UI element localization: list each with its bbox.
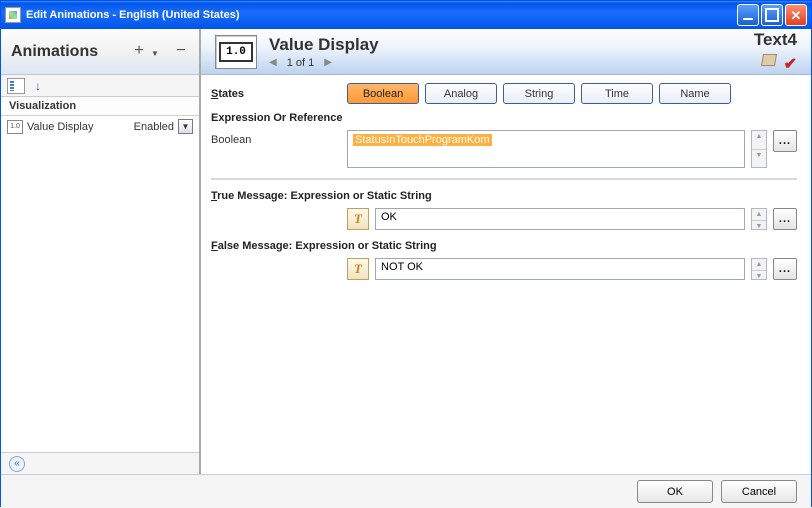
- close-button[interactable]: [785, 4, 807, 26]
- window-title: Edit Animations - English (United States…: [26, 9, 737, 21]
- false-spinner[interactable]: ▲▼: [751, 258, 767, 280]
- animation-list: 1.0 Value Display Enabled ▼: [1, 116, 199, 452]
- list-item-label: Value Display: [27, 121, 130, 133]
- pager-prev-icon[interactable]: ◀: [269, 57, 277, 68]
- main-panel: 1.0 Value Display ◀ 1 of 1 ▶ Text4 ✔: [201, 29, 811, 474]
- add-dropdown-icon[interactable]: ▼: [147, 47, 163, 63]
- divider: [211, 178, 797, 180]
- value-display-header-icon: 1.0: [215, 35, 257, 69]
- titlebar: Edit Animations - English (United States…: [1, 1, 811, 29]
- sidebar-title: Animations: [11, 43, 127, 61]
- false-message-label: False Message: Expression or Static Stri…: [211, 240, 797, 252]
- expression-input[interactable]: StatusInTouchProgramKom: [347, 130, 745, 168]
- add-button[interactable]: +: [131, 44, 147, 60]
- object-name: Text4: [754, 30, 797, 50]
- list-item[interactable]: 1.0 Value Display Enabled ▼: [1, 116, 199, 137]
- ok-button[interactable]: OK: [637, 480, 713, 503]
- main-header: 1.0 Value Display ◀ 1 of 1 ▶ Text4 ✔: [201, 29, 811, 75]
- apply-check-icon[interactable]: ✔: [784, 54, 797, 74]
- states-label: States: [211, 88, 341, 100]
- expression-section-label: Expression Or Reference: [211, 112, 797, 124]
- states-tabs: Boolean Analog String Time Name: [347, 83, 731, 104]
- expression-spinner[interactable]: ▲▼: [751, 130, 767, 168]
- tab-time[interactable]: Time: [581, 83, 653, 104]
- minimize-button[interactable]: [737, 4, 759, 26]
- tab-analog[interactable]: Analog: [425, 83, 497, 104]
- category-view-icon[interactable]: [7, 78, 25, 94]
- tab-boolean[interactable]: Boolean: [347, 83, 419, 104]
- button-bar: OK Cancel: [1, 474, 811, 508]
- collapse-sidebar-icon[interactable]: «: [9, 456, 25, 472]
- tab-string[interactable]: String: [503, 83, 575, 104]
- browse-true-button[interactable]: ...: [773, 208, 797, 230]
- text-format-icon[interactable]: T: [347, 258, 369, 280]
- page-title: Value Display: [269, 35, 742, 55]
- sort-icon[interactable]: [29, 78, 47, 94]
- cancel-button[interactable]: Cancel: [721, 480, 797, 503]
- sidebar-toolbar: [1, 75, 199, 97]
- expression-value: StatusInTouchProgramKom: [353, 134, 492, 146]
- tab-name[interactable]: Name: [659, 83, 731, 104]
- sidebar-footer: «: [1, 452, 199, 474]
- text-format-icon[interactable]: T: [347, 208, 369, 230]
- list-item-status: Enabled: [134, 121, 174, 133]
- pager-text: 1 of 1: [287, 57, 315, 69]
- expression-type-label: Boolean: [211, 130, 341, 168]
- section-visualization: Visualization: [1, 97, 199, 116]
- pager-next-icon[interactable]: ▶: [324, 57, 332, 68]
- browse-expression-button[interactable]: ...: [773, 130, 797, 152]
- remove-button[interactable]: −: [173, 44, 189, 60]
- value-display-icon: 1.0: [7, 120, 23, 134]
- true-message-input[interactable]: OK: [375, 208, 745, 230]
- app-icon: [5, 7, 21, 23]
- status-dropdown[interactable]: ▼: [178, 119, 193, 134]
- clear-icon[interactable]: [761, 54, 777, 66]
- sidebar: Animations + ▼ − Visualization 1.0 Value…: [1, 29, 201, 474]
- false-message-input[interactable]: NOT OK: [375, 258, 745, 280]
- sidebar-header: Animations + ▼ −: [1, 29, 199, 75]
- true-spinner[interactable]: ▲▼: [751, 208, 767, 230]
- true-message-label: True Message: Expression or Static Strin…: [211, 190, 797, 202]
- browse-false-button[interactable]: ...: [773, 258, 797, 280]
- pager: ◀ 1 of 1 ▶: [269, 57, 742, 69]
- maximize-button[interactable]: [761, 4, 783, 26]
